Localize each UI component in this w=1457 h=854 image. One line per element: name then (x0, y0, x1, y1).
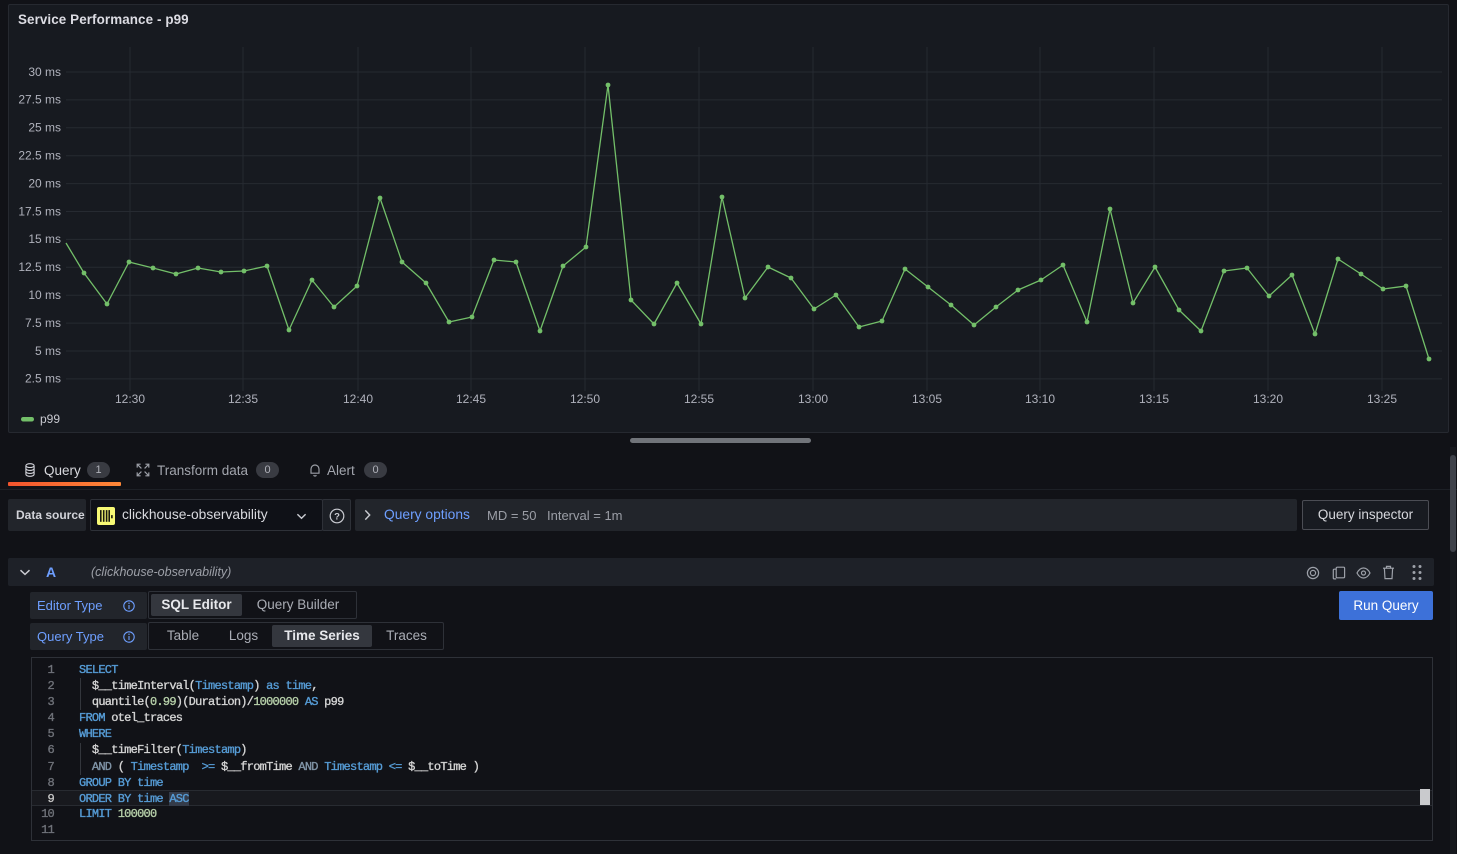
svg-text:p99: p99 (40, 412, 60, 426)
svg-text:30 ms: 30 ms (28, 65, 61, 79)
svg-text:12:40: 12:40 (343, 392, 373, 406)
svg-text:2.5 ms: 2.5 ms (25, 372, 61, 386)
svg-text:12:30: 12:30 (115, 392, 145, 406)
svg-text:12:55: 12:55 (684, 392, 714, 406)
svg-text:13:05: 13:05 (912, 392, 942, 406)
svg-text:15 ms: 15 ms (28, 232, 61, 246)
svg-text:13:15: 13:15 (1139, 392, 1169, 406)
svg-text:13:00: 13:00 (798, 392, 828, 406)
svg-text:13:10: 13:10 (1025, 392, 1055, 406)
svg-text:?: ? (334, 511, 340, 522)
svg-text:17.5 ms: 17.5 ms (18, 204, 61, 218)
svg-text:12.5 ms: 12.5 ms (18, 260, 61, 274)
svg-text:12:35: 12:35 (228, 392, 258, 406)
svg-text:10 ms: 10 ms (28, 288, 61, 302)
svg-text:7.5 ms: 7.5 ms (25, 316, 61, 330)
svg-text:22.5 ms: 22.5 ms (18, 149, 61, 163)
svg-text:13:25: 13:25 (1367, 392, 1397, 406)
svg-text:27.5 ms: 27.5 ms (18, 93, 61, 107)
svg-text:13:20: 13:20 (1253, 392, 1283, 406)
svg-text:5 ms: 5 ms (35, 344, 61, 358)
svg-text:25 ms: 25 ms (28, 121, 61, 135)
svg-text:20 ms: 20 ms (28, 176, 61, 190)
svg-text:12:50: 12:50 (570, 392, 600, 406)
svg-text:12:45: 12:45 (456, 392, 486, 406)
